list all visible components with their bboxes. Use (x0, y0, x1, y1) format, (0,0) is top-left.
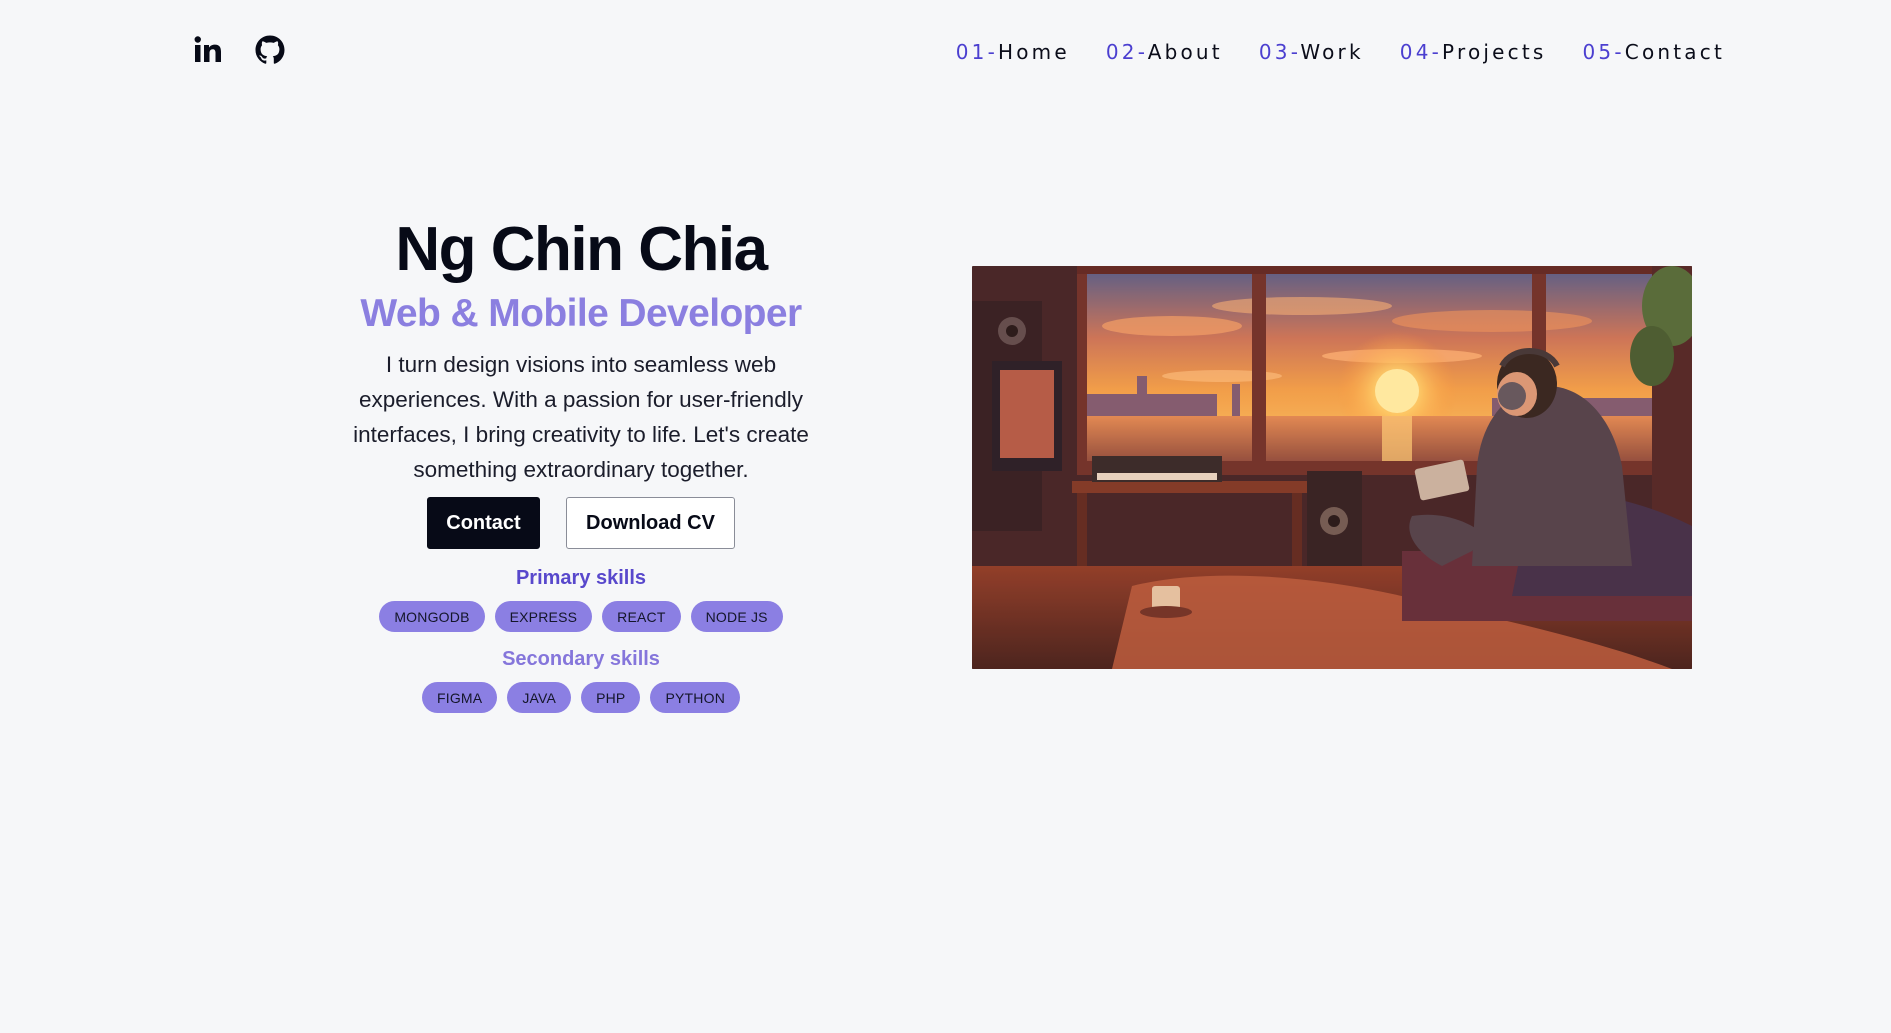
hero-role: Web & Mobile Developer (360, 292, 802, 335)
skill-chip: EXPRESS (494, 601, 593, 632)
linkedin-icon (194, 36, 221, 62)
main-nav: 01-Home 02-About 03-Work 04-Projects 05-… (956, 40, 1725, 64)
primary-skills-title: Primary skills (515, 567, 647, 589)
skill-chip: FIGMA (421, 682, 498, 713)
download-cv-button[interactable]: Download CV (566, 497, 735, 549)
skill-chip: REACT (602, 601, 681, 632)
contact-button[interactable]: Contact (427, 497, 540, 549)
secondary-skills-list: FIGMA JAVA PHP PYTHON (421, 682, 741, 713)
github-icon (255, 35, 285, 64)
cta-buttons: Contact Download CV (427, 497, 735, 549)
github-link[interactable] (254, 34, 286, 66)
nav-number: 05- (1582, 40, 1625, 64)
nav-label: Contact (1624, 40, 1725, 64)
nav-number: 02- (1105, 40, 1148, 64)
lofi-room-illustration (972, 266, 1692, 669)
secondary-skills-title: Secondary skills (502, 648, 660, 670)
nav-item-about[interactable]: 02-About (1106, 40, 1223, 64)
nav-item-home[interactable]: 01-Home (956, 40, 1070, 64)
skill-chip: PYTHON (650, 682, 741, 713)
skill-chip: MONGODB (379, 601, 485, 632)
nav-item-work[interactable]: 03-Work (1259, 40, 1364, 64)
hero-intro: Ng Chin Chia Web & Mobile Developer I tu… (325, 212, 837, 713)
nav-item-contact[interactable]: 05-Contact (1583, 40, 1726, 64)
nav-label: About (1147, 40, 1223, 64)
linkedin-link[interactable] (192, 34, 224, 66)
nav-number: 03- (1258, 40, 1301, 64)
nav-label: Home (998, 40, 1070, 64)
skill-chip: NODE JS (690, 601, 783, 632)
nav-number: 01- (955, 40, 998, 64)
hero-illustration (972, 266, 1692, 669)
nav-label: Work (1300, 40, 1364, 64)
nav-label: Projects (1442, 40, 1547, 64)
hero-name: Ng Chin Chia (395, 215, 768, 284)
nav-number: 04- (1399, 40, 1443, 64)
skill-chip: JAVA (507, 682, 572, 713)
skill-chip: PHP (581, 682, 641, 713)
nav-item-projects[interactable]: 04-Projects (1400, 40, 1547, 64)
primary-skills-list: MONGODB EXPRESS REACT NODE JS (379, 601, 783, 632)
social-links (192, 34, 286, 66)
hero-bio: I turn design visions into seamless web … (353, 352, 809, 482)
portfolio-page: 01-Home 02-About 03-Work 04-Projects 05-… (0, 0, 1891, 1033)
